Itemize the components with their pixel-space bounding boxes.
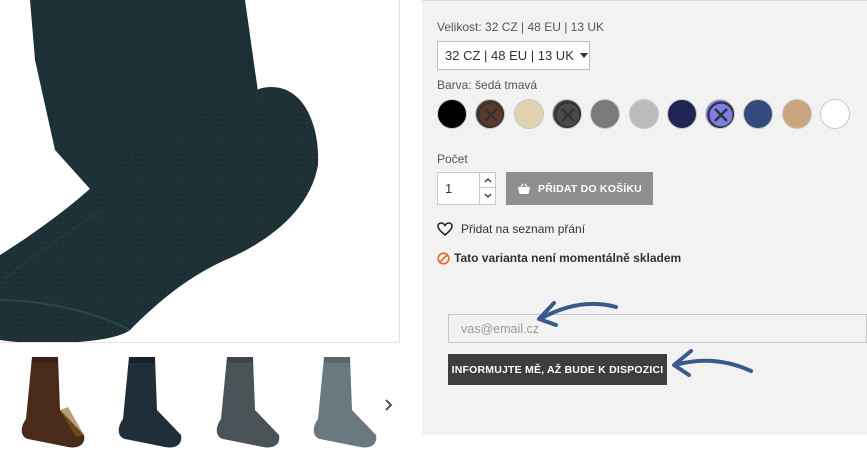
color-swatch-black[interactable] [437, 99, 467, 129]
product-options-panel: Velikost: 32 CZ | 48 EU | 13 UK 32 CZ | … [422, 0, 867, 435]
chevron-up-icon [484, 177, 492, 182]
thumbnail-4[interactable] [300, 355, 380, 450]
size-select[interactable]: 32 CZ | 48 EU | 13 UK [437, 41, 590, 70]
unavailable-x-icon [477, 101, 505, 128]
email-placeholder: vas@email.cz [461, 321, 539, 336]
divider [422, 0, 867, 1]
thumbnail-next-button[interactable] [380, 392, 398, 418]
add-to-wishlist-link[interactable]: Přidat na seznam přání [437, 222, 585, 236]
color-swatch-navy[interactable] [666, 99, 697, 129]
notify-email-input[interactable]: vas@email.cz [448, 314, 867, 343]
add-to-cart-button[interactable]: PŘIDAT DO KOŠÍKU [506, 172, 653, 205]
chevron-down-icon [484, 193, 492, 198]
color-swatch-blue-violet[interactable] [705, 99, 736, 129]
chevron-right-icon [385, 399, 393, 411]
caret-down-icon [579, 53, 588, 58]
sock-image [0, 0, 319, 342]
size-current-value: 32 CZ | 48 EU | 13 UK [485, 20, 604, 34]
product-main-image[interactable] [0, 0, 400, 343]
color-swatch-beige[interactable] [513, 99, 544, 129]
stock-status: Tato varianta není momentálně skladem [437, 251, 681, 265]
color-swatch-dark-grey[interactable] [551, 99, 582, 129]
color-swatch-grey[interactable] [590, 99, 621, 129]
unavailable-x-icon [707, 101, 735, 128]
size-select-value: 32 CZ | 48 EU | 13 UK [445, 48, 574, 63]
color-current-value: šedá tmavá [475, 78, 538, 92]
color-swatch-tan[interactable] [781, 99, 812, 129]
color-swatch-brown[interactable] [475, 99, 506, 129]
size-label: Velikost: 32 CZ | 48 EU | 13 UK [437, 20, 604, 34]
thumbnail-1[interactable] [8, 355, 88, 450]
quantity-label: Počet [437, 152, 468, 166]
notify-when-available-button[interactable]: INFORMUJTE MĚ, AŽ BUDE K DISPOZICI [448, 354, 667, 385]
annotation-arrow-icon [672, 349, 753, 377]
annotation-arrow-icon [537, 301, 618, 327]
basket-icon [518, 182, 531, 194]
unavailable-icon [437, 251, 450, 265]
color-swatch-white[interactable] [820, 99, 850, 129]
heart-icon [437, 222, 453, 236]
thumbnail-3[interactable] [203, 355, 283, 450]
thumbnail-strip [0, 343, 422, 456]
color-swatch-light-grey[interactable] [628, 99, 659, 129]
unavailable-x-icon [554, 101, 581, 128]
color-swatch-steel-blue[interactable] [743, 99, 774, 129]
quantity-stepper [479, 172, 496, 205]
thumbnail-2[interactable] [105, 355, 185, 450]
quantity-increase-button[interactable] [480, 172, 496, 188]
color-label: Barva: šedá tmavá [437, 78, 538, 92]
quantity-decrease-button[interactable] [480, 188, 496, 204]
